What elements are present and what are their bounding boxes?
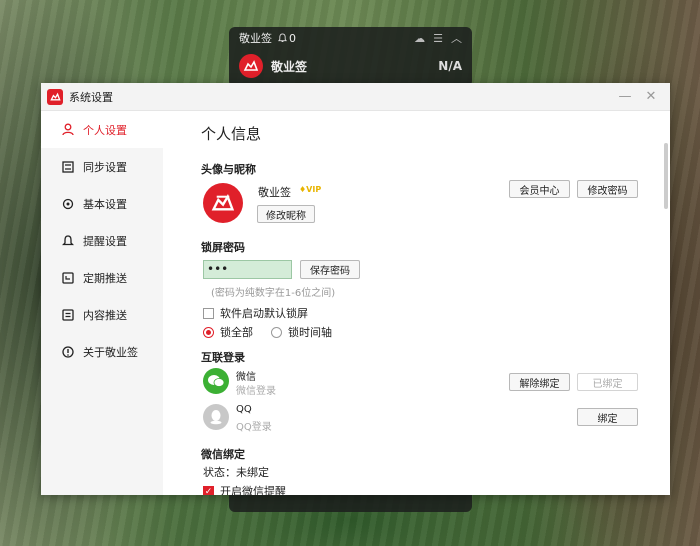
sidebar-item-basic[interactable]: 基本设置 (41, 185, 163, 222)
sidebar-item-label: 定期推送 (83, 271, 127, 285)
sidebar-item-scheduled-push[interactable]: 定期推送 (41, 259, 163, 296)
linked-login-section-title: 互联登录 (201, 351, 245, 364)
lock-section-title: 锁屏密码 (201, 241, 245, 254)
window-titlebar[interactable]: 系统设置 — ✕ (41, 83, 670, 111)
widget-header: 敬业签 0 ☁ ☰ ︿ (229, 27, 472, 49)
wechat-reminder-checkbox[interactable]: ✓ (203, 485, 214, 495)
document-icon (61, 308, 75, 322)
qq-name: QQ (236, 404, 252, 415)
sidebar-item-label: 关于敬业签 (83, 345, 138, 359)
qq-icon (203, 404, 229, 430)
gear-icon (61, 197, 75, 211)
lock-all-label: 锁全部 (220, 326, 253, 339)
wechat-sub: 微信登录 (236, 386, 276, 397)
unbind-wechat-button[interactable]: 解除绑定 (509, 373, 570, 391)
widget-app-name: 敬业签 (271, 59, 308, 74)
lock-timeline-label: 锁时间轴 (288, 326, 332, 339)
settings-window: 系统设置 — ✕ 个人设置 同步设置 基本设置 提醒设置 定期推送 内容推送 关… (41, 83, 670, 495)
sidebar-item-personal[interactable]: 个人设置 (41, 111, 163, 148)
calendar-icon (61, 271, 75, 285)
edit-nickname-button[interactable]: 修改昵称 (257, 205, 315, 223)
wechat-reminder-option[interactable]: ✓ 开启微信提醒 (203, 483, 286, 495)
widget-status: N/A (438, 59, 462, 73)
cloud-sync-icon[interactable]: ☁ (414, 32, 425, 45)
vip-badge: ♦VIP (299, 185, 322, 194)
minimize-button[interactable]: — (612, 89, 638, 104)
lock-timeline-option[interactable]: 锁时间轴 (271, 324, 332, 340)
sidebar-item-sync[interactable]: 同步设置 (41, 148, 163, 185)
bell-icon (278, 33, 287, 43)
sticky-note-widget[interactable]: 敬业签 0 ☁ ☰ ︿ 敬业签 N/A (229, 27, 472, 87)
info-icon (61, 345, 75, 359)
sidebar-item-about[interactable]: 关于敬业签 (41, 333, 163, 370)
qq-sub: QQ登录 (236, 422, 272, 433)
avatar[interactable] (203, 183, 243, 223)
lock-all-option[interactable]: 锁全部 (203, 324, 253, 340)
password-hint: (密码为纯数字在1-6位之间) (211, 288, 336, 299)
auto-lock-checkbox[interactable] (203, 307, 214, 319)
bind-qq-button[interactable]: 绑定 (577, 408, 638, 426)
window-title: 系统设置 (69, 90, 113, 104)
bell-icon (61, 234, 75, 248)
wechat-icon (203, 368, 229, 394)
nickname: 敬业签 (258, 186, 291, 199)
sidebar-item-label: 基本设置 (83, 197, 127, 211)
wechat-name: 微信 (236, 372, 256, 383)
sidebar-item-label: 内容推送 (83, 308, 127, 322)
sidebar-item-label: 同步设置 (83, 160, 127, 174)
content-scrollbar[interactable] (664, 143, 668, 209)
bell-count: 0 (289, 31, 296, 45)
sidebar-item-content-push[interactable]: 内容推送 (41, 296, 163, 333)
widget-bell[interactable]: 0 (278, 32, 296, 45)
wechat-bound-button: 已绑定 (577, 373, 638, 391)
member-center-button[interactable]: 会员中心 (509, 180, 570, 198)
auto-lock-option[interactable]: 软件启动默认锁屏 (203, 305, 308, 321)
wechat-reminder-label: 开启微信提醒 (220, 485, 286, 495)
sync-icon (61, 160, 75, 174)
wechat-bind-section-title: 微信绑定 (201, 448, 245, 461)
avatar-section-title: 头像与昵称 (201, 163, 256, 176)
menu-icon[interactable]: ☰ (433, 32, 443, 45)
lock-password-input[interactable]: ••• (203, 260, 292, 279)
sidebar-item-reminder[interactable]: 提醒设置 (41, 222, 163, 259)
user-icon (61, 123, 75, 137)
app-icon (47, 88, 63, 105)
widget-footer (229, 492, 472, 512)
app-logo-icon (211, 194, 235, 211)
wechat-bind-status: 状态：未绑定 (203, 466, 269, 479)
lock-all-radio[interactable] (203, 326, 214, 338)
save-password-button[interactable]: 保存密码 (300, 260, 360, 279)
settings-content: 个人信息 头像与昵称 敬业签 ♦VIP 修改昵称 会员中心 修改密码 锁屏密码 … (163, 111, 670, 495)
sidebar-item-label: 提醒设置 (83, 234, 127, 248)
app-logo-icon (239, 54, 263, 78)
lock-timeline-radio[interactable] (271, 326, 282, 338)
auto-lock-label: 软件启动默认锁屏 (220, 307, 308, 320)
widget-title: 敬业签 (239, 32, 272, 45)
close-button[interactable]: ✕ (638, 89, 664, 104)
widget-app-row: 敬业签 N/A (229, 49, 472, 83)
sidebar-item-label: 个人设置 (83, 123, 127, 137)
page-title: 个人信息 (201, 125, 262, 143)
settings-sidebar: 个人设置 同步设置 基本设置 提醒设置 定期推送 内容推送 关于敬业签 (41, 111, 163, 495)
change-password-button[interactable]: 修改密码 (577, 180, 638, 198)
collapse-icon[interactable]: ︿ (451, 30, 462, 46)
